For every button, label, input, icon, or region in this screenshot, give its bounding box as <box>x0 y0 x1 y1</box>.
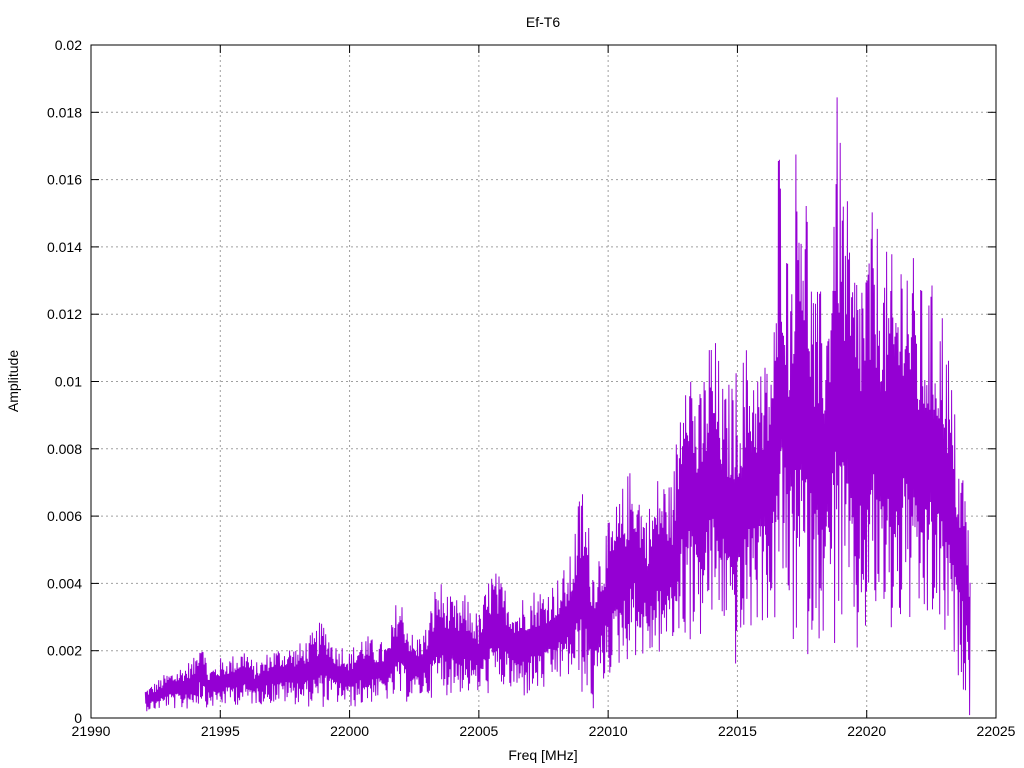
x-tick-label: 22005 <box>459 723 498 739</box>
y-tick-label: 0.006 <box>47 508 82 524</box>
series-line <box>144 97 971 716</box>
y-tick-labels: 0 0.002 0.004 0.006 0.008 0.01 0.012 0.014 0.016… <box>47 37 82 726</box>
x-tick-label: 22010 <box>589 723 628 739</box>
chart: 21990 21995 22000 22005 22010 22015 22020 22025… <box>5 14 1016 763</box>
y-tick-label: 0.016 <box>47 172 82 188</box>
plot-area <box>144 97 971 716</box>
y-tick-label: 0.002 <box>47 643 82 659</box>
y-tick-label: 0 <box>74 710 82 726</box>
x-tick-label: 22015 <box>718 723 757 739</box>
y-tick-label: 0.01 <box>55 374 82 390</box>
y-tick-label: 0.014 <box>47 239 82 255</box>
x-tick-label: 22000 <box>330 723 369 739</box>
x-tick-labels: 21990 21995 22000 22005 22010 22015 22020 22025 <box>72 723 1016 739</box>
x-axis-label: Freq [MHz] <box>508 747 577 763</box>
x-tick-label: 21995 <box>201 723 240 739</box>
chart-title: Ef-T6 <box>526 14 560 30</box>
y-tick-label: 0.018 <box>47 104 82 120</box>
y-axis-label: Amplitude <box>5 350 21 412</box>
y-tick-label: 0.012 <box>47 306 82 322</box>
y-tick-label: 0.02 <box>55 37 82 53</box>
y-tick-label: 0.004 <box>47 575 82 591</box>
x-tick-label: 22020 <box>847 723 886 739</box>
y-tick-label: 0.008 <box>47 441 82 457</box>
x-tick-label: 22025 <box>977 723 1016 739</box>
